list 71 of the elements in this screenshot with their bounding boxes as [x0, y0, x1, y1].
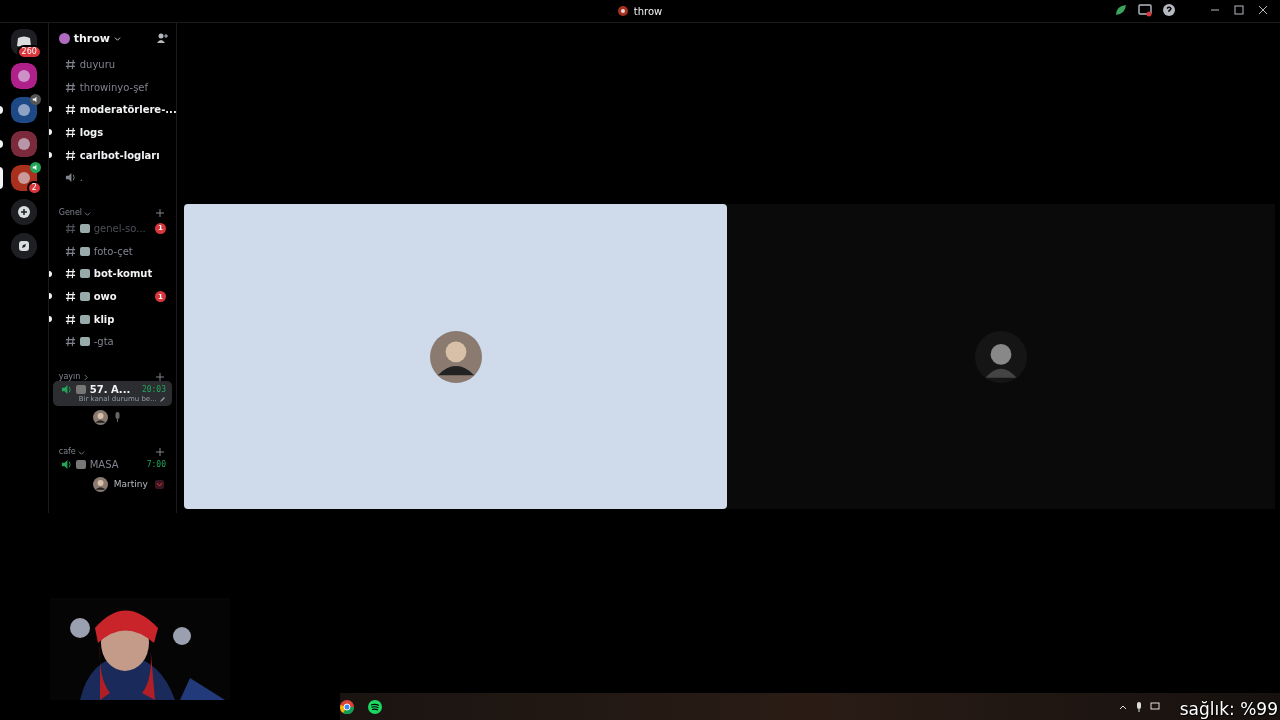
- hash-icon: [64, 149, 76, 161]
- user-avatar: [975, 330, 1027, 383]
- monitor-icon[interactable]: [1150, 701, 1160, 712]
- server-icon: [617, 6, 628, 16]
- invite-icon[interactable]: [156, 32, 168, 44]
- add-channel-icon[interactable]: [156, 209, 164, 218]
- unread-indicator: [48, 129, 52, 136]
- video-tile[interactable]: [184, 204, 727, 509]
- microphone-icon[interactable]: [1134, 701, 1144, 712]
- channel-item[interactable]: .: [52, 166, 172, 190]
- chevron-icon[interactable]: [84, 210, 92, 218]
- hash-icon: [64, 58, 76, 70]
- channel-item[interactable]: -gta: [52, 330, 172, 354]
- server-icon[interactable]: [10, 131, 37, 157]
- category-name[interactable]: cafe: [58, 447, 76, 457]
- channel-item[interactable]: klip: [52, 307, 172, 331]
- channel-name: 57. A...: [89, 384, 131, 396]
- category-name[interactable]: yayın: [58, 372, 81, 382]
- elapsed-time: 20:03: [141, 385, 166, 395]
- user-avatar: [429, 330, 482, 383]
- pencil-icon[interactable]: [159, 396, 166, 403]
- add-channel-icon[interactable]: [156, 373, 164, 382]
- chevron-icon[interactable]: [82, 374, 90, 382]
- chevron-icon[interactable]: [77, 449, 85, 457]
- unread-indicator: [48, 315, 52, 322]
- help-icon[interactable]: [1162, 3, 1176, 17]
- server-name[interactable]: throw: [73, 31, 110, 45]
- overlay-text: sağlık: %99: [1179, 699, 1278, 719]
- server-icon[interactable]: [10, 63, 37, 89]
- channel-item[interactable]: foto-çet: [52, 239, 172, 263]
- browser-icon[interactable]: [340, 699, 354, 714]
- channel-item[interactable]: carlbot-logları: [52, 143, 172, 167]
- speaker-icon: [64, 172, 76, 184]
- user-avatar: [92, 476, 108, 492]
- channel-item[interactable]: throwinyo-şef: [52, 75, 172, 99]
- unread-indicator: [48, 106, 52, 113]
- music-app-icon[interactable]: [368, 699, 382, 714]
- maximize-icon[interactable]: [1232, 3, 1246, 17]
- video-tile[interactable]: [727, 204, 1275, 509]
- mention-badge: 260: [16, 45, 42, 59]
- unread-indicator: [48, 270, 52, 277]
- speaker-icon: [60, 384, 72, 396]
- hash-icon: [64, 336, 76, 348]
- channel-item[interactable]: logs: [52, 121, 172, 144]
- hash-icon: [64, 104, 76, 116]
- hash-icon: [64, 126, 76, 138]
- add-channel-icon[interactable]: [156, 448, 164, 457]
- leaf-icon[interactable]: [1114, 3, 1128, 17]
- voice-channel[interactable]: MASA 7:00: [52, 456, 172, 474]
- category-name[interactable]: Genel: [58, 208, 83, 218]
- close-icon[interactable]: [1256, 3, 1270, 17]
- server-icon[interactable]: [10, 97, 37, 123]
- user-name[interactable]: Martiny: [113, 479, 148, 490]
- hash-icon: [64, 245, 76, 257]
- chevron-down-icon[interactable]: [113, 34, 121, 42]
- hash-icon: [64, 268, 76, 280]
- server-icon: [58, 32, 70, 44]
- window-title: throw: [633, 5, 663, 17]
- hash-icon: [64, 291, 76, 303]
- hash-icon: [64, 222, 76, 234]
- hash-icon: [64, 81, 76, 93]
- hash-icon: [64, 313, 76, 325]
- elapsed-time: 7:00: [146, 460, 166, 470]
- channel-item[interactable]: bot-komut: [52, 262, 172, 286]
- user-avatar: [92, 409, 108, 425]
- screen-icon[interactable]: [1138, 3, 1152, 17]
- channel-name: MASA: [89, 459, 119, 471]
- speaker-icon: [60, 459, 72, 471]
- channel-item[interactable]: duyuru: [52, 53, 172, 76]
- unread-indicator: [48, 151, 52, 158]
- unread-indicator: [48, 293, 52, 300]
